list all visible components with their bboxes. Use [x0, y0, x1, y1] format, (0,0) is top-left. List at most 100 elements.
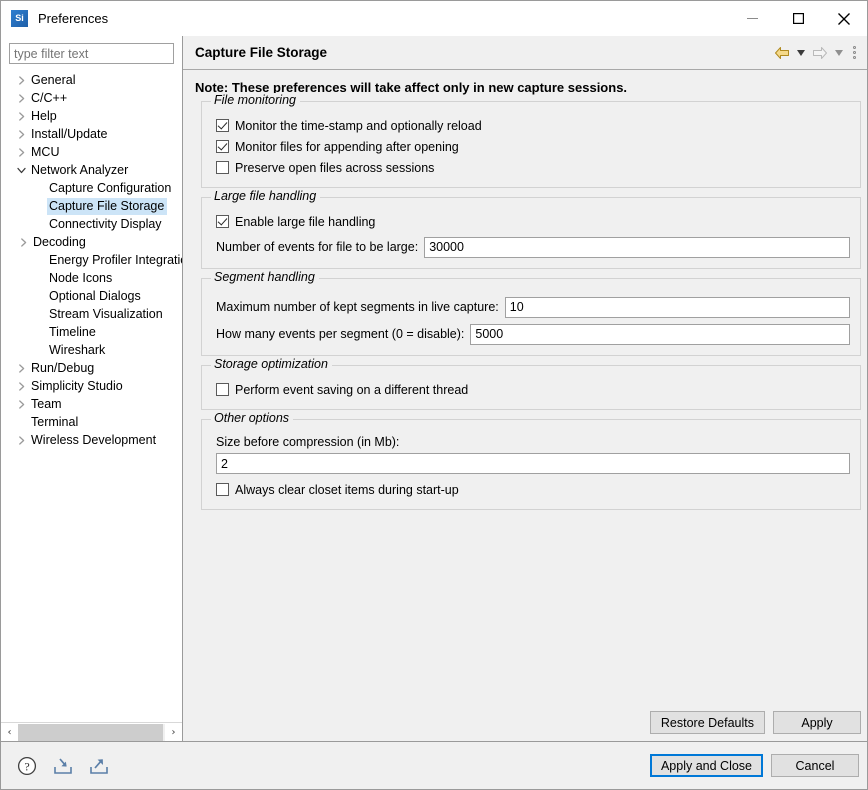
- text-input[interactable]: [424, 236, 850, 258]
- menu-dot: [852, 56, 856, 59]
- scroll-left-arrow-icon[interactable]: ‹: [1, 723, 18, 742]
- group-storage-optimization: Storage optimization Perform event saving…: [201, 357, 861, 410]
- tree-item-connectivity-display[interactable]: Connectivity Display: [1, 215, 182, 233]
- filter-input[interactable]: [9, 43, 174, 64]
- group-segment-handling: Segment handling Maximum number of kept s…: [201, 270, 861, 356]
- maximize-button[interactable]: [775, 1, 821, 36]
- preferences-dialog: Si Preferences General C/C++ Help Install/U…: [0, 0, 868, 790]
- text-input[interactable]: [504, 296, 850, 318]
- checkbox-row[interactable]: Preserve open files across sessions: [216, 157, 850, 178]
- tree-item-help[interactable]: Help: [1, 107, 182, 125]
- tree-item-general[interactable]: General: [1, 71, 182, 89]
- checkbox-row[interactable]: Always clear closet items during start-u…: [216, 479, 850, 500]
- chevron-right-icon[interactable]: [13, 435, 29, 445]
- tree-item-capture-file-storage[interactable]: Capture File Storage: [1, 197, 182, 215]
- minimize-button[interactable]: [729, 1, 775, 36]
- chevron-right-icon[interactable]: [13, 111, 29, 121]
- back-history-caret-icon[interactable]: [794, 42, 807, 64]
- tree-item-timeline[interactable]: Timeline: [1, 323, 182, 341]
- scrollbar-thumb[interactable]: [18, 723, 163, 741]
- chevron-right-icon[interactable]: [13, 381, 29, 391]
- export-icon[interactable]: [87, 754, 111, 778]
- tree-item-run-debug[interactable]: Run/Debug: [1, 359, 182, 377]
- tree-item-label: Timeline: [49, 324, 96, 339]
- preference-tree[interactable]: General C/C++ Help Install/Update MCU Network…: [1, 70, 182, 722]
- checkbox-row[interactable]: Perform event saving on a different thre…: [216, 379, 850, 400]
- scroll-right-arrow-icon[interactable]: ›: [165, 723, 182, 742]
- restore-defaults-button[interactable]: Restore Defaults: [649, 711, 765, 734]
- tree-item-node-icons[interactable]: Node Icons: [1, 269, 182, 287]
- tree-item-terminal[interactable]: Terminal: [1, 413, 182, 431]
- checkbox-checked-icon[interactable]: [216, 119, 229, 132]
- tree-item-mcu[interactable]: MCU: [1, 143, 182, 161]
- window-title: Preferences: [38, 11, 109, 26]
- field-label: Size before compression (in Mb):: [216, 435, 400, 449]
- scrollbar-track[interactable]: [18, 723, 165, 741]
- menu-dot: [852, 51, 856, 54]
- apply-button[interactable]: Apply: [773, 711, 861, 734]
- page-header: Capture File Storage: [183, 36, 867, 70]
- tree-item-c-c[interactable]: C/C++: [1, 89, 182, 107]
- back-arrow-icon[interactable]: [771, 42, 792, 64]
- group-file-monitoring: File monitoring Monitor the time-stamp an…: [201, 93, 861, 188]
- tree-item-optional-dialogs[interactable]: Optional Dialogs: [1, 287, 182, 305]
- tree-item-energy-profiler-integration[interactable]: Energy Profiler Integration: [1, 251, 182, 269]
- tree-item-label: Network Analyzer: [31, 162, 129, 177]
- help-icon[interactable]: ?: [15, 754, 39, 778]
- forward-arrow-icon[interactable]: [809, 42, 830, 64]
- view-menu-icon[interactable]: [847, 42, 861, 64]
- chevron-right-icon[interactable]: [13, 93, 29, 103]
- group-legend: Segment handling: [211, 270, 319, 284]
- group-legend: Large file handling: [211, 189, 321, 203]
- chevron-right-icon[interactable]: [13, 129, 29, 139]
- checkbox-checked-icon[interactable]: [216, 215, 229, 228]
- group-content: Size before compression (in Mb): Always c…: [202, 420, 860, 500]
- chevron-right-icon[interactable]: [13, 147, 29, 157]
- import-icon[interactable]: [51, 754, 75, 778]
- checkbox-label: Monitor files for appending after openin…: [235, 139, 459, 154]
- apply-and-close-button[interactable]: Apply and Close: [649, 754, 763, 777]
- tree-item-label: Capture Configuration: [49, 180, 172, 195]
- chevron-right-icon[interactable]: [13, 75, 29, 85]
- close-button[interactable]: [821, 1, 867, 36]
- text-input[interactable]: [216, 453, 850, 474]
- checkbox-checked-icon[interactable]: [216, 140, 229, 153]
- tree-item-label: General: [31, 72, 76, 87]
- chevron-right-icon[interactable]: [13, 363, 29, 373]
- tree-item-wireless-development[interactable]: Wireless Development: [1, 431, 182, 449]
- filter-area: [1, 36, 182, 70]
- checkbox-label: Enable large file handling: [235, 214, 376, 229]
- tree-item-label: MCU: [31, 144, 60, 159]
- tree-item-wireshark[interactable]: Wireshark: [1, 341, 182, 359]
- field-label: Number of events for file to be large:: [216, 240, 419, 254]
- tree-item-label: Connectivity Display: [49, 216, 162, 231]
- tree-item-network-analyzer[interactable]: Network Analyzer: [1, 161, 182, 179]
- tree-item-label: Energy Profiler Integration: [49, 252, 182, 267]
- chevron-right-icon[interactable]: [13, 399, 29, 409]
- tree-item-team[interactable]: Team: [1, 395, 182, 413]
- dialog-button-bar: Apply and Close Cancel: [649, 754, 859, 777]
- group-content: Monitor the time-stamp and optionally re…: [202, 102, 860, 178]
- forward-history-caret-icon[interactable]: [832, 42, 845, 64]
- checkbox-unchecked-icon[interactable]: [216, 483, 229, 496]
- tree-item-stream-visualization[interactable]: Stream Visualization: [1, 305, 182, 323]
- tree-horizontal-scrollbar[interactable]: ‹ ›: [1, 722, 182, 741]
- tree-item-decoding[interactable]: Decoding: [1, 233, 182, 251]
- text-input[interactable]: [470, 323, 850, 345]
- checkbox-row[interactable]: Monitor the time-stamp and optionally re…: [216, 115, 850, 136]
- tree-item-label: Terminal: [31, 414, 79, 429]
- chevron-down-icon[interactable]: [13, 166, 29, 175]
- checkbox-unchecked-icon[interactable]: [216, 383, 229, 396]
- preference-page-pane: Capture File Storage Note: These prefere…: [183, 36, 867, 741]
- checkbox-row[interactable]: Monitor files for appending after openin…: [216, 136, 850, 157]
- tree-item-capture-configuration[interactable]: Capture Configuration: [1, 179, 182, 197]
- checkbox-unchecked-icon[interactable]: [216, 161, 229, 174]
- field-row: Number of events for file to be large:: [216, 235, 850, 259]
- tree-item-install-update[interactable]: Install/Update: [1, 125, 182, 143]
- window-controls: [729, 1, 867, 36]
- cancel-button[interactable]: Cancel: [771, 754, 859, 777]
- tree-item-simplicity-studio[interactable]: Simplicity Studio: [1, 377, 182, 395]
- checkbox-row[interactable]: Enable large file handling: [216, 211, 850, 232]
- chevron-right-icon[interactable]: [15, 237, 31, 247]
- field-label: Maximum number of kept segments in live …: [216, 300, 499, 314]
